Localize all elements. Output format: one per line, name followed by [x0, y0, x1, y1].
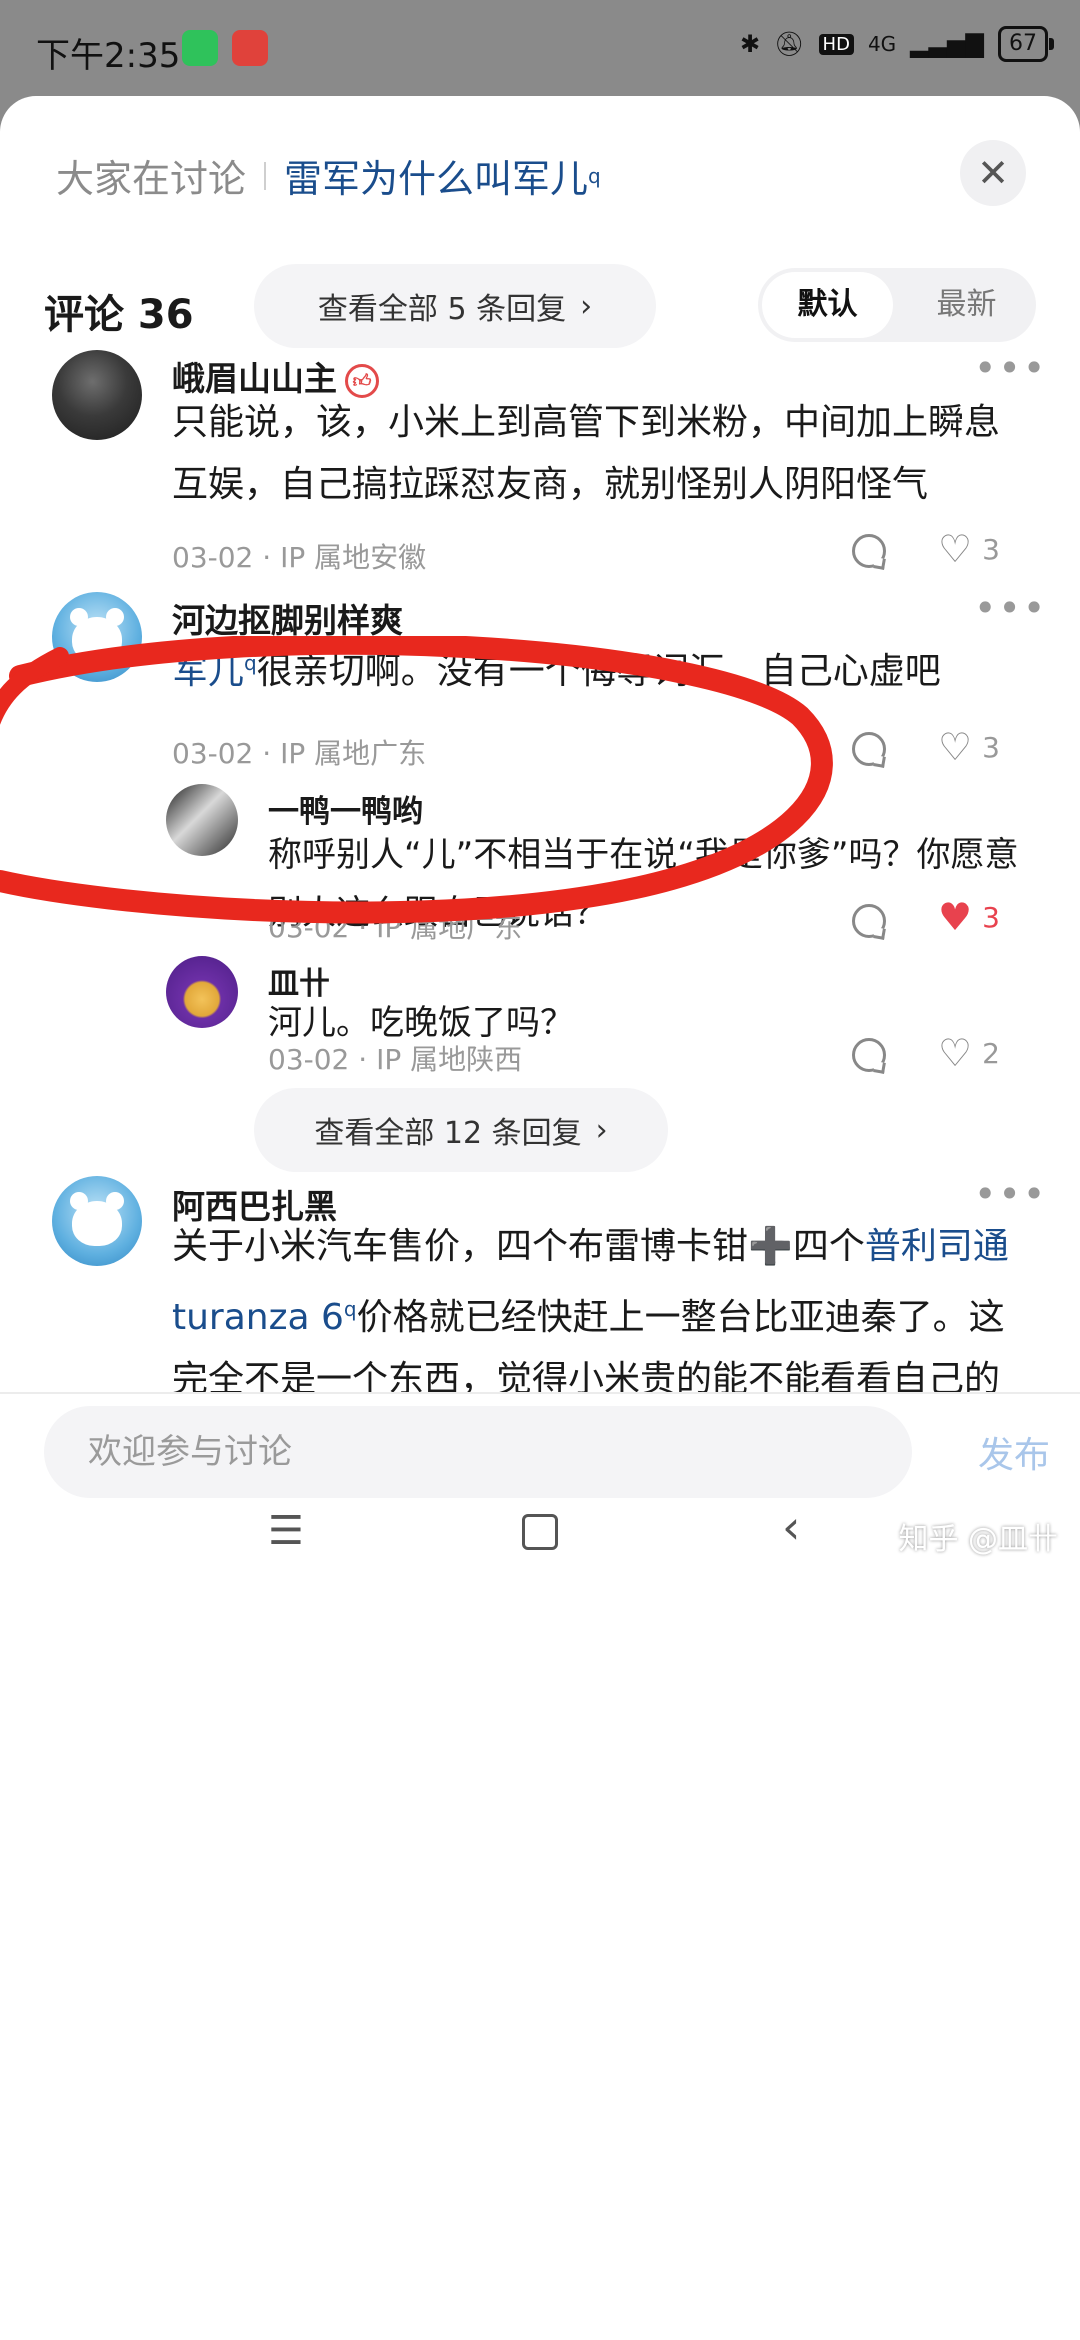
- comment-text: 只能说，该，小米上到高管下到米粉，中间加上瞬息互娱，自己搞拉踩怼友商，就别怪别人…: [172, 402, 1001, 505]
- composer-divider: [0, 1392, 1080, 1394]
- heart-filled-icon: ♥: [938, 895, 973, 939]
- reply-action[interactable]: [852, 904, 886, 938]
- comment-text: 军儿q很亲切啊。没有一个侮辱词汇，自己心虚吧: [172, 651, 941, 692]
- more-options-icon[interactable]: •••: [974, 1172, 1047, 1216]
- network-type: 4G: [867, 32, 897, 56]
- comment-meta: 03-02 · IP 属地安徽: [172, 541, 427, 574]
- reply-bubble-icon: [852, 1038, 886, 1072]
- reply-meta: 03-02 · IP 属地陕西: [268, 1043, 523, 1076]
- topic-link-inline[interactable]: 军儿: [172, 651, 244, 692]
- sort-latest-tab[interactable]: 最新: [901, 272, 1032, 338]
- avatar[interactable]: [52, 350, 142, 440]
- post-button[interactable]: 发布: [978, 1426, 1050, 1478]
- view-all-replies-button[interactable]: 查看全部 12 条回复 ›: [254, 1088, 668, 1172]
- signal-icon: ▂▃▅▇: [910, 30, 984, 58]
- menu-icon[interactable]: ☰: [268, 1508, 304, 1554]
- status-time: 下午2:35: [36, 36, 181, 76]
- search-icon: q: [588, 163, 601, 188]
- reply-action[interactable]: [852, 732, 886, 766]
- like-action[interactable]: ♡ 3: [938, 530, 1000, 568]
- status-bar: 下午2:35 ✱ 🔕︎ HD 4G ▂▃▅▇ 67: [0, 0, 1080, 96]
- chevron-right-icon: ›: [580, 288, 593, 324]
- home-icon[interactable]: [522, 1514, 558, 1550]
- reply-meta: 03-02 · IP 属地广东: [268, 911, 523, 944]
- avatar[interactable]: [166, 956, 238, 1028]
- heart-icon: ♡: [938, 527, 973, 571]
- app-notification-icon: [232, 30, 268, 66]
- more-options-icon[interactable]: •••: [974, 346, 1047, 390]
- reply-action[interactable]: [852, 1038, 886, 1072]
- close-icon: ✕: [977, 151, 1009, 195]
- heart-icon: ♡: [938, 1031, 973, 1075]
- avatar[interactable]: [52, 1176, 142, 1266]
- like-action[interactable]: ♡ 2: [938, 1034, 1000, 1072]
- avatar[interactable]: [52, 592, 142, 682]
- status-right: ✱ 🔕︎ HD 4G ▂▃▅▇ 67: [739, 26, 1054, 62]
- reply-action[interactable]: [852, 534, 886, 568]
- view-all-replies-button[interactable]: 查看全部 5 条回复 ›: [254, 264, 656, 348]
- search-icon: q: [343, 1297, 357, 1321]
- search-icon: q: [244, 651, 257, 675]
- chevron-right-icon: ›: [595, 1112, 608, 1148]
- avatar[interactable]: [166, 784, 238, 856]
- like-count: 3: [982, 730, 1000, 764]
- reply-author[interactable]: 一鸭一鸭哟: [268, 786, 423, 831]
- comment-count-title: 评论 36: [44, 292, 194, 338]
- like-count: 3: [982, 900, 1000, 934]
- sort-default-tab[interactable]: 默认: [762, 272, 893, 338]
- like-count: 3: [982, 532, 1000, 566]
- mute-icon: 🔕︎: [774, 30, 805, 58]
- watermark: 知乎 @皿卄: [898, 1522, 1058, 1557]
- reply-bubble-icon: [852, 732, 886, 766]
- system-nav-bar: ☰ ‹ 知乎 @皿卄: [0, 1480, 1080, 1580]
- like-count: 2: [982, 1036, 1000, 1070]
- comment-sheet: 大家在讨论 雷军为什么叫军儿 q ✕ 评论 36 默认 最新 查看全部 5 条回复…: [0, 96, 1080, 2340]
- topic-divider: [264, 161, 267, 190]
- bluetooth-icon: ✱: [739, 30, 761, 58]
- back-icon[interactable]: ‹: [782, 1500, 800, 1554]
- hd-badge: HD: [818, 33, 854, 55]
- like-action[interactable]: ♡ 3: [938, 728, 1000, 766]
- heart-icon: ♡: [938, 725, 973, 769]
- battery-icon: 67: [998, 26, 1054, 62]
- more-options-icon[interactable]: •••: [974, 586, 1047, 630]
- sort-toggle: 默认 最新: [758, 268, 1036, 342]
- view-all-replies-label: 查看全部 12 条回复: [314, 1116, 582, 1151]
- like-action[interactable]: ♥ 3: [938, 898, 1000, 936]
- reply-bubble-icon: [852, 904, 886, 938]
- view-all-replies-label: 查看全部 5 条回复: [317, 292, 567, 327]
- comment-meta: 03-02 · IP 属地广东: [172, 737, 427, 770]
- topic-link[interactable]: 雷军为什么叫军儿: [284, 148, 588, 203]
- comment-text: 关于小米汽车售价，四个布雷博卡钳➕四个普利司通turanza 6q价格就已经快赶…: [172, 1226, 1009, 1392]
- topic-row: 大家在讨论 雷军为什么叫军儿 q: [56, 148, 601, 203]
- wechat-icon: [182, 30, 218, 66]
- topic-label: 大家在讨论: [56, 157, 247, 201]
- close-button[interactable]: ✕: [960, 140, 1026, 206]
- reply-bubble-icon: [852, 534, 886, 568]
